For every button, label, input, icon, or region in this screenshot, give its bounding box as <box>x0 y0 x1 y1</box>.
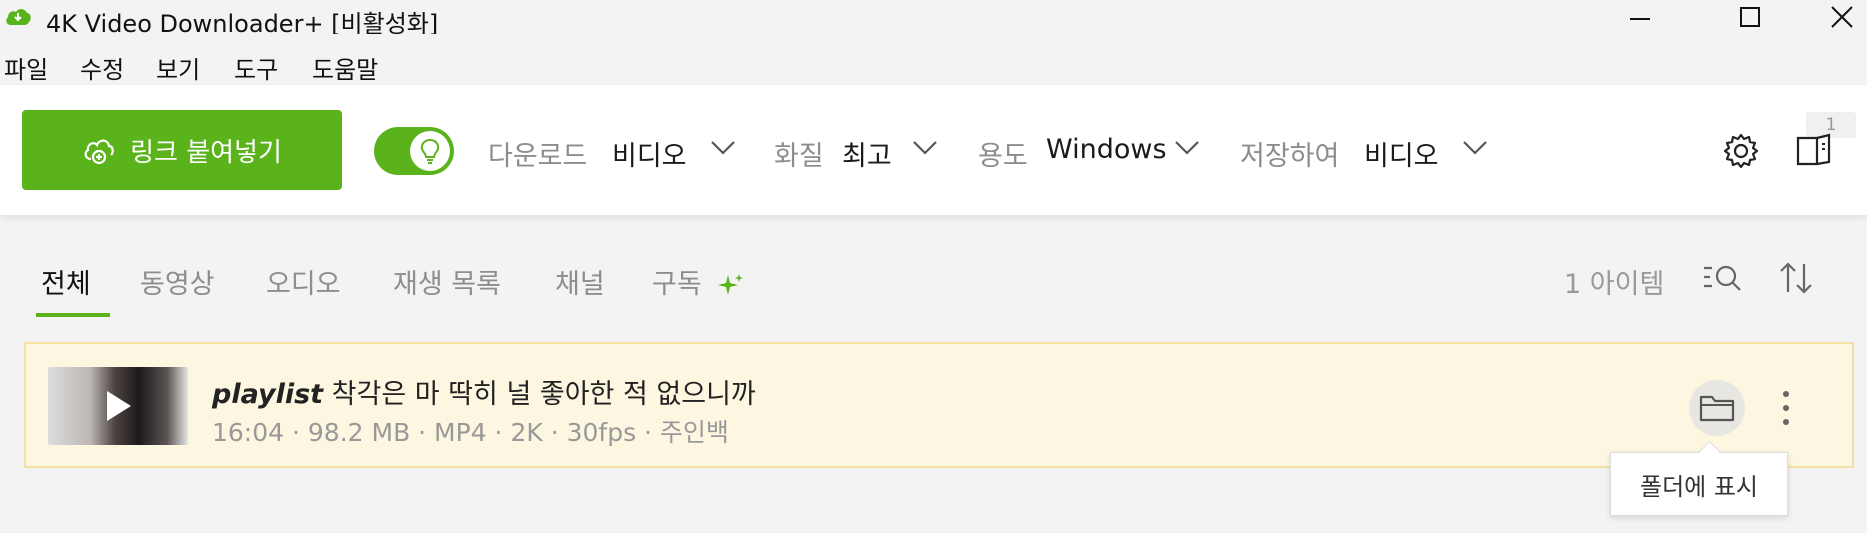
quality-label: 화질 <box>774 141 824 172</box>
menu-view[interactable]: 보기 <box>156 50 200 85</box>
more-options-button[interactable] <box>1776 386 1796 430</box>
tab-all[interactable]: 전체 <box>41 262 91 301</box>
download-type-label: 다운로드 <box>488 141 588 172</box>
folder-tooltip: 폴더에 표시 <box>1610 452 1788 516</box>
playlist-tag: playlist <box>212 379 324 410</box>
tab-audio[interactable]: 오디오 <box>266 262 341 301</box>
download-title-text: 착각은 마 딱히 널 좋아한 적 없으니까 <box>331 379 756 410</box>
minimize-icon <box>1630 18 1650 20</box>
chevron-down-icon[interactable] <box>1174 139 1200 157</box>
tab-subscriptions-label: 구독 <box>652 269 702 300</box>
minimize-button[interactable] <box>1610 0 1670 34</box>
menu-file[interactable]: 파일 <box>4 50 48 85</box>
save-as-value[interactable]: 비디오 <box>1364 134 1439 173</box>
chevron-down-icon[interactable] <box>912 139 938 157</box>
sparkle-icon <box>718 273 744 295</box>
tab-subscriptions[interactable]: 구독 <box>652 262 746 301</box>
menu-tools[interactable]: 도구 <box>234 50 278 85</box>
download-queue-icon[interactable] <box>1795 132 1833 168</box>
menu-bar <box>0 34 1867 84</box>
active-tab-indicator <box>36 313 110 317</box>
save-as-label: 저장하여 <box>1240 141 1340 172</box>
download-meta: 16:04 · 98.2 MB · MP4 · 2K · 30fps · 주인백 <box>212 418 729 447</box>
for-value[interactable]: Windows <box>1046 134 1167 165</box>
download-type-value[interactable]: 비디오 <box>612 134 687 173</box>
paste-link-button[interactable]: 링크 붙여넣기 <box>22 110 342 190</box>
app-logo-icon <box>6 9 31 25</box>
item-count: 1 아이템 <box>1564 269 1665 300</box>
chevron-down-icon[interactable] <box>710 139 736 157</box>
tab-videos[interactable]: 동영상 <box>140 262 215 301</box>
quality-value[interactable]: 최고 <box>842 134 892 173</box>
maximize-icon <box>1740 7 1760 27</box>
menu-edit[interactable]: 수정 <box>80 50 124 85</box>
smart-mode-toggle[interactable] <box>374 127 454 175</box>
for-label: 용도 <box>978 141 1028 172</box>
tab-channels[interactable]: 채널 <box>555 262 605 301</box>
folder-icon <box>1699 395 1735 422</box>
show-in-folder-button[interactable] <box>1689 380 1745 436</box>
cloud-plus-icon <box>84 139 114 165</box>
list-search-icon[interactable] <box>1702 262 1746 296</box>
chevron-down-icon[interactable] <box>1462 139 1488 157</box>
download-title: playlist 착각은 마 딱히 널 좋아한 적 없으니까 <box>212 372 756 411</box>
close-icon <box>1831 6 1853 28</box>
close-button[interactable] <box>1812 0 1867 34</box>
menu-help[interactable]: 도움말 <box>312 50 378 85</box>
sort-icon[interactable] <box>1778 260 1814 296</box>
paste-link-label: 링크 붙여넣기 <box>130 137 282 168</box>
video-thumbnail[interactable] <box>48 367 188 445</box>
tab-playlists[interactable]: 재생 목록 <box>393 262 501 301</box>
gear-icon[interactable] <box>1722 132 1760 170</box>
lightbulb-icon <box>420 138 440 164</box>
play-icon <box>107 391 131 421</box>
smart-mode-knob <box>410 131 450 171</box>
more-vertical-icon <box>1783 391 1789 425</box>
maximize-button[interactable] <box>1720 0 1780 34</box>
